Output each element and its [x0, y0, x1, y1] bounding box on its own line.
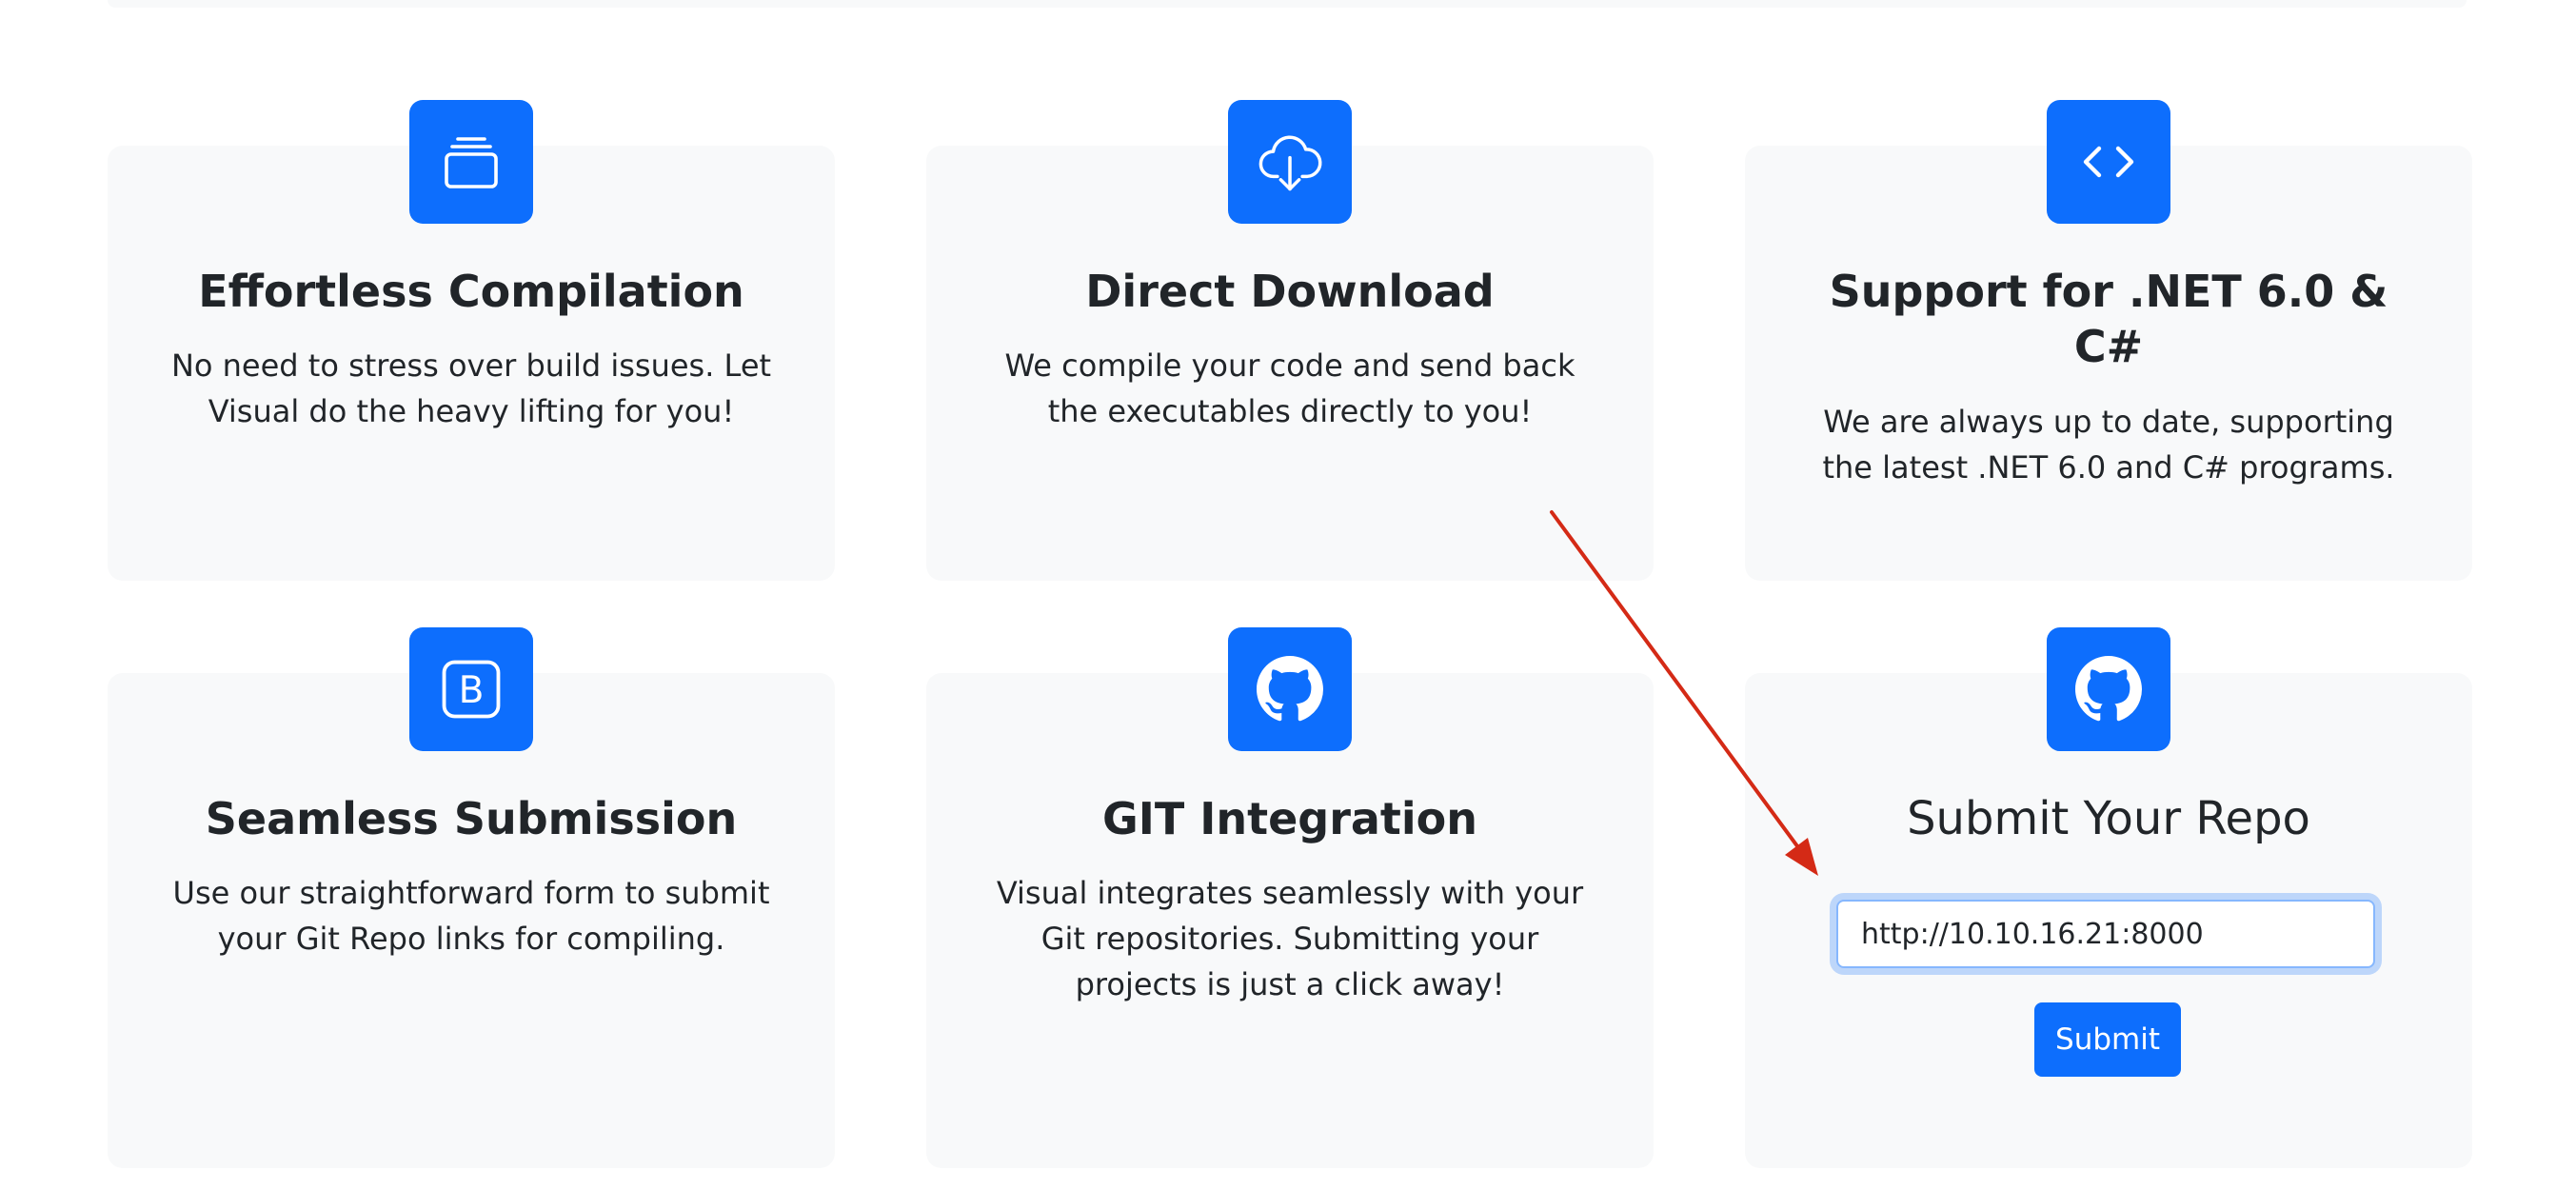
card-title-line-2: C# — [2073, 321, 2144, 372]
card-text-line-1: We are always up to date, supporting — [1823, 404, 2394, 440]
code-icon — [2047, 100, 2170, 224]
repo-url-input[interactable] — [1836, 900, 2375, 968]
svg-text:B: B — [459, 669, 485, 712]
card-text-line-2: your Git Repo links for compiling. — [217, 921, 725, 957]
card-title-line-1: Support for .NET 6.0 & — [1829, 266, 2388, 317]
card-title: Direct Download — [1085, 266, 1495, 317]
card-text-line-1: No need to stress over build issues. Let — [170, 347, 772, 384]
card-text-line-1: We compile your code and send back — [1004, 347, 1575, 384]
top-section-edge — [108, 0, 2467, 8]
card-text-line-2: Visual do the heavy lifting for you! — [208, 393, 735, 429]
card-text-line-2: the latest .NET 6.0 and C# programs. — [1822, 449, 2395, 486]
github-icon — [1228, 627, 1352, 751]
bootstrap-icon: B — [409, 627, 533, 751]
card-text-line-2: Git repositories. Submitting your — [1040, 921, 1539, 957]
github-icon — [2047, 627, 2170, 751]
card-text-line-1: Visual integrates seamlessly with your — [996, 875, 1584, 911]
card-title: GIT Integration — [1101, 793, 1478, 844]
card-title: Effortless Compilation — [198, 266, 744, 317]
cloud-download-icon — [1228, 100, 1352, 224]
card-title: Seamless Submission — [205, 793, 738, 844]
card-text-line-2: the executables directly to you! — [1047, 393, 1533, 429]
card-text-line-1: Use our straightforward form to submit — [172, 875, 770, 911]
submit-button[interactable]: Submit — [2034, 1002, 2181, 1077]
card-text-line-3: projects is just a click away! — [1075, 966, 1505, 1002]
submit-repo-title: Submit Your Repo — [1907, 792, 2310, 845]
stack-icon — [409, 100, 533, 224]
